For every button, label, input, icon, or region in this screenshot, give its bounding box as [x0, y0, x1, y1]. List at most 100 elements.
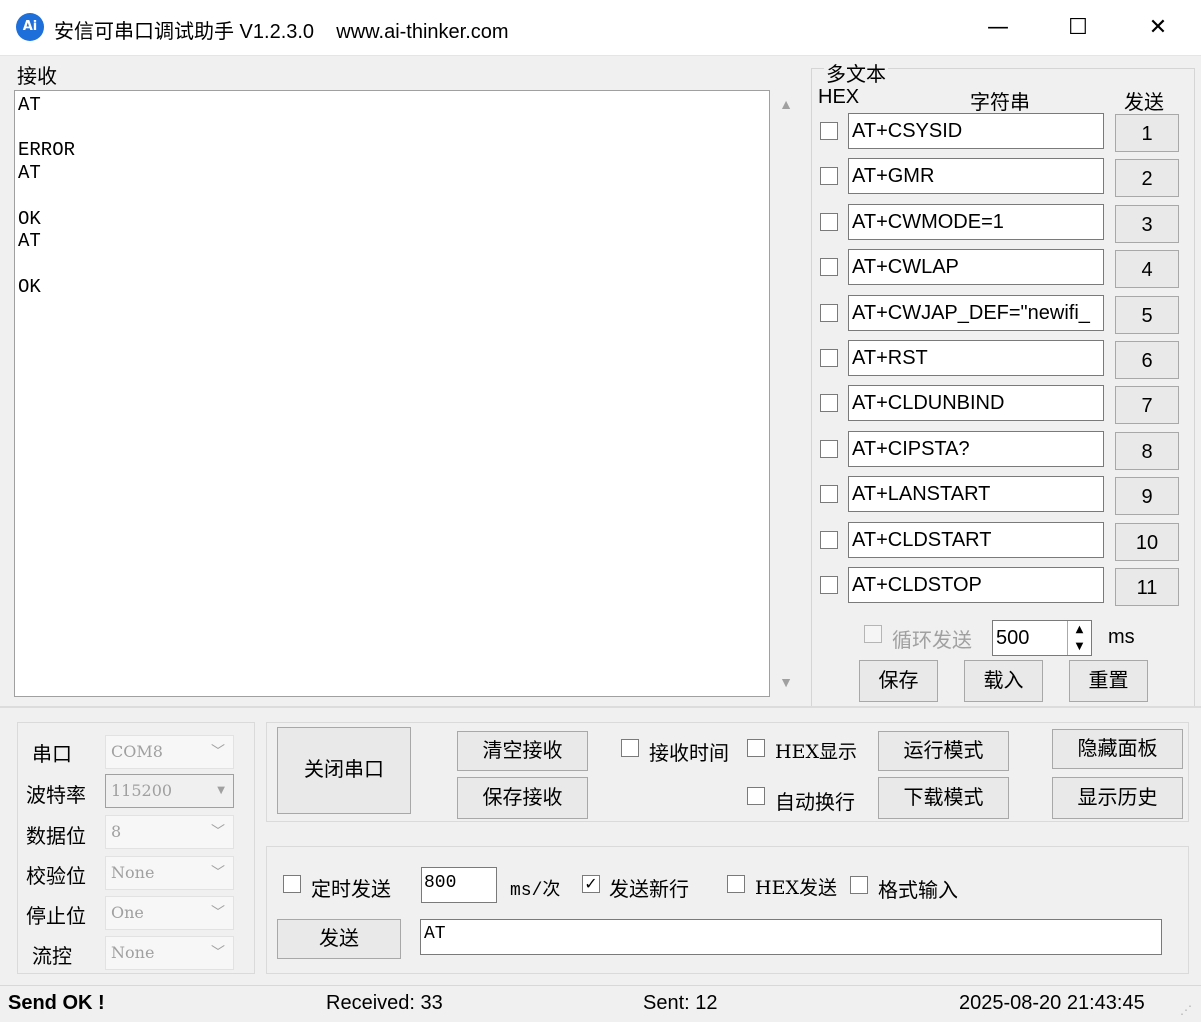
show-history-button[interactable]: 显示历史	[1052, 777, 1183, 819]
hex-display-label: HEX显示	[775, 741, 857, 763]
save-receive-button[interactable]: 保存接收	[457, 777, 588, 819]
minimize-icon[interactable]: —	[970, 10, 1026, 46]
format-input-label: 格式输入	[878, 880, 958, 902]
send-input[interactable]: AT	[420, 919, 1162, 955]
multi-hex-checkbox[interactable]	[820, 531, 838, 549]
multi-text-input[interactable]: AT+CLDUNBIND	[848, 385, 1104, 421]
multi-hex-checkbox[interactable]	[820, 394, 838, 412]
port-value: COM8	[111, 742, 163, 761]
chevron-down-icon: ﹀	[211, 945, 225, 961]
multi-hex-checkbox[interactable]	[820, 304, 838, 322]
multi-send-button[interactable]: 2	[1115, 159, 1179, 197]
flow-control-value: None	[111, 943, 155, 962]
multi-send-button[interactable]: 11	[1115, 568, 1179, 606]
hex-send-checkbox[interactable]	[727, 875, 745, 893]
checkmark-icon: ✓	[584, 874, 598, 893]
app-logo-icon: Ai	[16, 13, 44, 41]
multi-hex-checkbox[interactable]	[820, 349, 838, 367]
multi-hex-checkbox[interactable]	[820, 258, 838, 276]
send-newline-label: 发送新行	[609, 879, 689, 901]
multi-hex-checkbox[interactable]	[820, 167, 838, 185]
multi-col-hex: HEX	[818, 86, 860, 108]
multi-text-input[interactable]: AT+CWJAP_DEF="newifi_	[848, 295, 1104, 331]
clear-receive-button[interactable]: 清空接收	[457, 731, 588, 771]
chevron-down-icon: ﹀	[211, 824, 225, 840]
multi-send-button[interactable]: 7	[1115, 386, 1179, 424]
parity-select[interactable]: None ﹀	[105, 856, 234, 890]
multi-text-input[interactable]: AT+CLDSTART	[848, 522, 1104, 558]
stop-bits-select[interactable]: One ﹀	[105, 896, 234, 930]
multi-hex-checkbox[interactable]	[820, 122, 838, 140]
multi-send-button[interactable]: 1	[1115, 114, 1179, 152]
spin-down-icon[interactable]: ▼	[1067, 638, 1091, 655]
data-bits-label: 数据位	[26, 826, 86, 848]
spin-up-icon[interactable]: ▲	[1067, 621, 1091, 638]
baud-label: 波特率	[26, 785, 86, 807]
multi-text-input[interactable]: AT+CSYSID	[848, 113, 1104, 149]
maximize-icon[interactable]: ☐	[1050, 10, 1106, 46]
timed-send-label: 定时发送	[311, 879, 391, 901]
flow-control-label: 流控	[32, 946, 72, 968]
hide-panel-button[interactable]: 隐藏面板	[1052, 729, 1183, 769]
multi-text-input[interactable]: AT+RST	[848, 340, 1104, 376]
timed-interval-input[interactable]: 800	[421, 867, 497, 903]
send-newline-checkbox[interactable]: ✓	[582, 875, 600, 893]
timed-unit-label: ms/次	[510, 881, 561, 901]
chevron-down-icon: ﹀	[211, 744, 225, 760]
multi-send-button[interactable]: 3	[1115, 205, 1179, 243]
multi-hex-checkbox[interactable]	[820, 485, 838, 503]
port-label: 串口	[32, 744, 72, 766]
status-message: Send OK !	[8, 992, 105, 1014]
receive-label: 接收	[17, 66, 57, 88]
baud-value: 115200	[111, 781, 173, 800]
format-input-checkbox[interactable]	[850, 876, 868, 894]
chevron-down-icon: ﹀	[211, 905, 225, 921]
dropdown-arrow-icon: ▼	[217, 785, 225, 796]
multi-hex-checkbox[interactable]	[820, 440, 838, 458]
data-bits-select[interactable]: 8 ﹀	[105, 815, 234, 849]
multi-text-input[interactable]: AT+CIPSTA?	[848, 431, 1104, 467]
multi-col-send: 发送	[1124, 92, 1164, 114]
send-button[interactable]: 发送	[277, 919, 401, 959]
multi-text-input[interactable]: AT+CLDSTOP	[848, 567, 1104, 603]
receive-time-checkbox[interactable]	[621, 739, 639, 757]
timed-send-checkbox[interactable]	[283, 875, 301, 893]
hex-display-checkbox[interactable]	[747, 739, 765, 757]
scroll-down-icon[interactable]: ▼	[776, 674, 796, 694]
multi-send-button[interactable]: 4	[1115, 250, 1179, 288]
parity-label: 校验位	[26, 866, 86, 888]
close-port-button[interactable]: 关闭串口	[277, 727, 411, 814]
multi-text-input[interactable]: AT+CWMODE=1	[848, 204, 1104, 240]
stop-bits-label: 停止位	[26, 906, 86, 928]
multi-hex-checkbox[interactable]	[820, 576, 838, 594]
multi-text-input[interactable]: AT+LANSTART	[848, 476, 1104, 512]
multi-send-button[interactable]: 8	[1115, 432, 1179, 470]
save-multi-button[interactable]: 保存	[859, 660, 938, 702]
load-multi-button[interactable]: 载入	[964, 660, 1043, 702]
multi-send-button[interactable]: 5	[1115, 296, 1179, 334]
loop-send-label: 循环发送	[892, 630, 972, 652]
stop-bits-value: One	[111, 903, 144, 922]
close-icon[interactable]: ✕	[1130, 10, 1186, 46]
multi-send-button[interactable]: 10	[1115, 523, 1179, 561]
loop-send-checkbox[interactable]	[864, 625, 882, 643]
multi-send-button[interactable]: 6	[1115, 341, 1179, 379]
flow-control-select[interactable]: None ﹀	[105, 936, 234, 970]
multi-col-string: 字符串	[970, 92, 1030, 114]
multi-text-input[interactable]: AT+GMR	[848, 158, 1104, 194]
multi-send-button[interactable]: 9	[1115, 477, 1179, 515]
auto-wrap-checkbox[interactable]	[747, 787, 765, 805]
status-timestamp: 2025-08-20 21:43:45	[959, 992, 1145, 1014]
baud-select[interactable]: 115200 ▼	[105, 774, 234, 808]
scroll-up-icon[interactable]: ▲	[776, 96, 796, 116]
port-select[interactable]: COM8 ﹀	[105, 735, 234, 769]
multi-hex-checkbox[interactable]	[820, 213, 838, 231]
data-bits-value: 8	[111, 822, 122, 841]
reset-multi-button[interactable]: 重置	[1069, 660, 1148, 702]
auto-wrap-label: 自动换行	[775, 792, 855, 814]
run-mode-button[interactable]: 运行模式	[878, 731, 1009, 771]
multi-text-input[interactable]: AT+CWLAP	[848, 249, 1104, 285]
resize-grip-icon[interactable]: ⋰	[1180, 1002, 1196, 1018]
download-mode-button[interactable]: 下载模式	[878, 777, 1009, 819]
receive-textarea[interactable]: AT ERROR AT OK AT OK	[14, 90, 770, 697]
